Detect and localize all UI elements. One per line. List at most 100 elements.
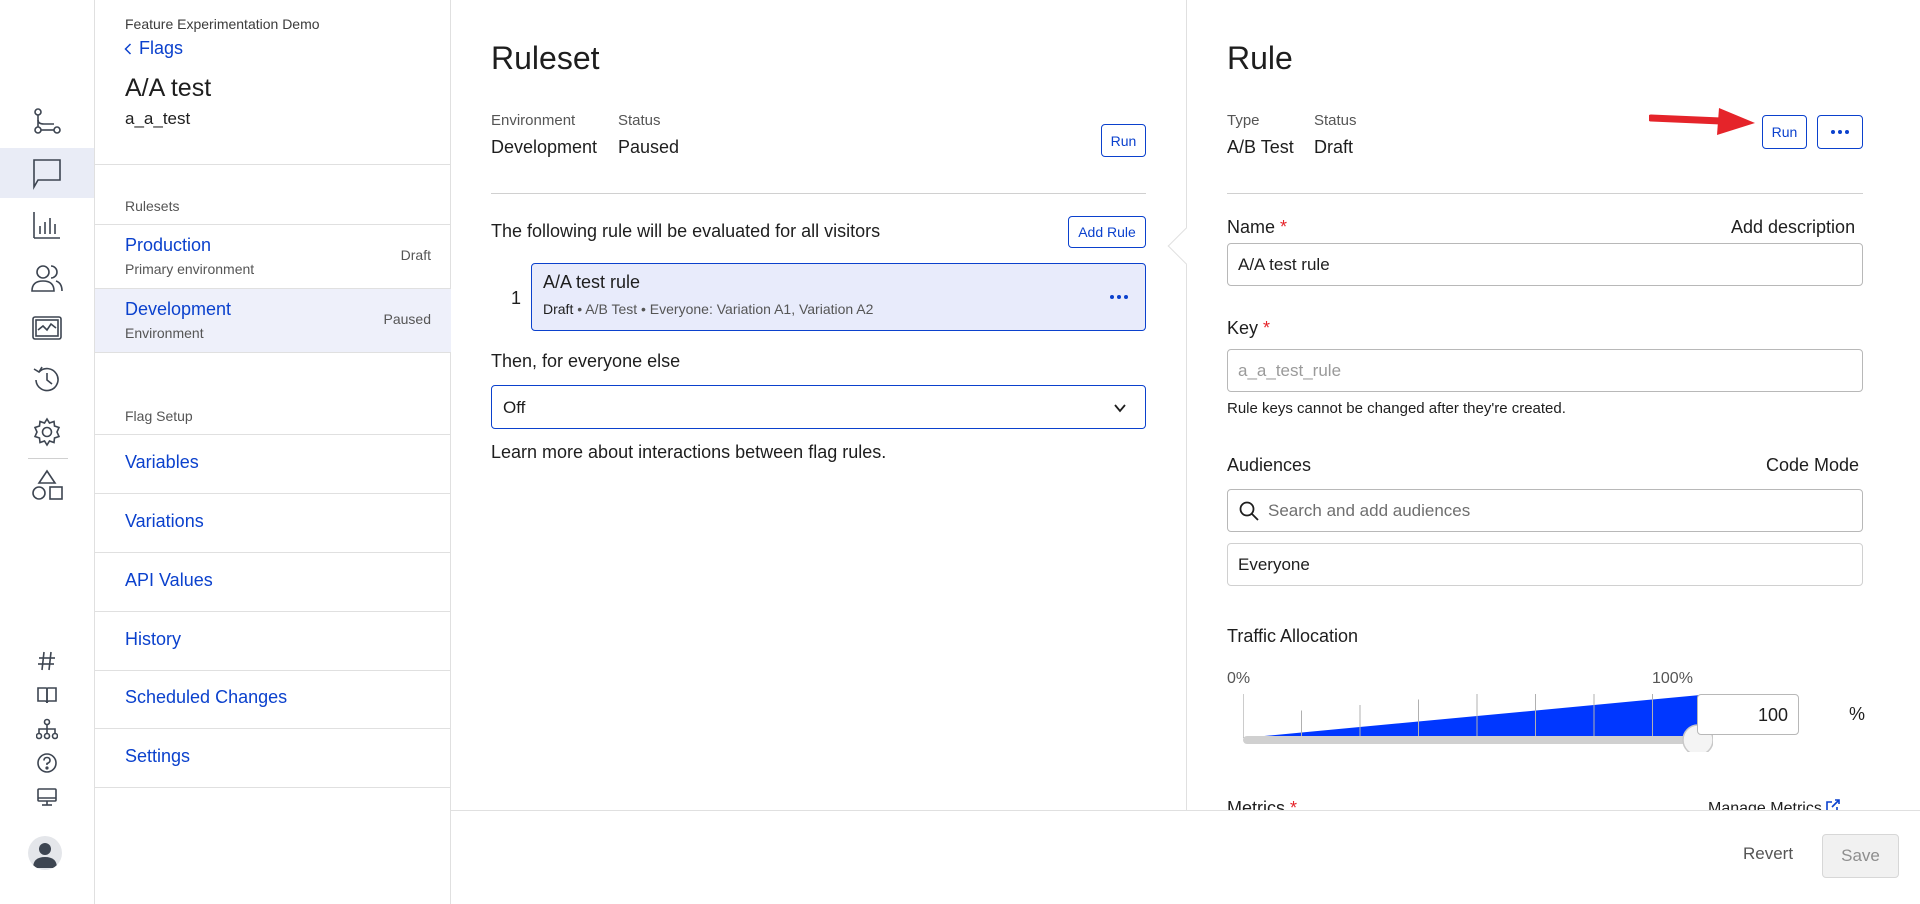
rule-key-field[interactable]: a_a_test_rule (1227, 349, 1863, 392)
environment-label: Environment (491, 112, 576, 129)
rule-more-button[interactable] (1817, 115, 1863, 149)
nav-label: Settings (125, 746, 191, 766)
ruleset-status: Paused (383, 311, 431, 327)
rule-card-title: A/A test rule (543, 272, 641, 292)
audience-chip-label: Everyone (1238, 555, 1310, 574)
user-avatar-icon[interactable] (28, 836, 62, 870)
flag-setup-heading: Flag Setup (125, 408, 193, 424)
rule-status-label: Status (1314, 112, 1357, 129)
nav-label: History (125, 629, 182, 649)
percent-sign: % (1849, 704, 1866, 724)
traffic-percent-input[interactable]: 100 (1697, 694, 1799, 735)
back-label: Flags (139, 38, 184, 58)
key-hint: Rule keys cannot be changed after they'r… (1227, 400, 1566, 417)
audience-search-placeholder: Search and add audiences (1268, 501, 1471, 520)
audience-search-input[interactable]: Search and add audiences (1227, 489, 1863, 532)
key-label: Key * (1227, 318, 1270, 339)
rule-run-button[interactable]: Run (1762, 115, 1807, 149)
everyone-else-text: Then, for everyone else (491, 351, 681, 371)
code-mode-link[interactable]: Code Mode (1766, 455, 1859, 476)
help-icon[interactable] (0, 748, 94, 778)
required-mark: * (1263, 318, 1271, 338)
nav-label: Variations (125, 511, 204, 531)
monitor-chart-icon[interactable] (0, 304, 94, 354)
hashtag-icon[interactable] (0, 646, 94, 676)
ruleset-item-development[interactable]: Development Environment Paused (95, 289, 451, 353)
bar-chart-icon[interactable] (0, 200, 94, 250)
audiences-label: Audiences (1227, 455, 1312, 475)
flags-nodes-icon[interactable] (0, 96, 94, 146)
flag-icon[interactable] (0, 148, 94, 198)
ruleset-item-production[interactable]: Production Primary environment Draft (95, 225, 451, 289)
ruleset-sub: Environment (125, 325, 204, 341)
annotation-arrow-icon (1649, 108, 1755, 135)
ruleset-run-button[interactable]: Run (1101, 124, 1146, 157)
ruleset-panel: Ruleset Environment Development Status P… (451, 0, 1186, 810)
save-button[interactable]: Save (1822, 834, 1899, 878)
desktop-icon[interactable] (0, 782, 94, 812)
nav-api-values[interactable]: API Values (95, 553, 451, 612)
ruleset-name: Development (125, 299, 232, 319)
chevron-down-icon (1114, 404, 1126, 413)
more-options-icon[interactable] (1110, 295, 1128, 299)
nav-variables[interactable]: Variables (95, 435, 451, 494)
nav-label: Variables (125, 452, 199, 472)
flag-key: a_a_test (125, 109, 191, 128)
ruleset-sub: Primary environment (125, 261, 255, 277)
ruleset-title: Ruleset (491, 40, 600, 76)
flag-title: A/A test (125, 74, 212, 102)
evaluated-text: The following rule will be evaluated for… (491, 221, 881, 241)
book-icon[interactable] (0, 680, 94, 710)
flag-navigation: Feature Experimentation Demo Flags A/A t… (95, 0, 451, 904)
rule-name-value: A/A test rule (1238, 255, 1330, 274)
rule-card-meta: Draft • A/B Test • Everyone: Variation A… (543, 301, 873, 317)
gear-icon[interactable] (0, 407, 94, 457)
more-options-icon (1831, 130, 1849, 134)
name-label: Name * (1227, 217, 1287, 238)
learn-more-link[interactable]: Learn more about interactions between fl… (491, 442, 886, 463)
rule-card-status: Draft (543, 301, 574, 317)
rule-panel: Rule Type A/B Test Status Draft Run Name… (1167, 0, 1920, 818)
rule-card[interactable]: A/A test rule Draft • A/B Test • Everyon… (531, 263, 1146, 331)
sitemap-icon[interactable] (0, 714, 94, 744)
nav-label: Scheduled Changes (125, 687, 288, 707)
back-to-flags-link[interactable]: Flags (123, 38, 183, 59)
type-label: Type (1227, 112, 1260, 129)
ruleset-status: Draft (400, 247, 431, 263)
traffic-percent-value: 100 (1757, 705, 1788, 725)
required-mark: * (1280, 217, 1288, 237)
traffic-min-label: 0% (1227, 670, 1251, 687)
fallback-select[interactable]: Off (491, 385, 1146, 429)
nav-scheduled-changes[interactable]: Scheduled Changes (95, 670, 451, 729)
history-icon[interactable] (0, 355, 94, 405)
traffic-allocation-label: Traffic Allocation (1227, 626, 1359, 646)
rule-card-details: • A/B Test • Everyone: Variation A1, Var… (573, 301, 874, 317)
revert-button[interactable]: Revert (1743, 844, 1793, 864)
rulesets-heading: Rulesets (125, 198, 180, 214)
ruleset-status-label: Status (618, 112, 661, 129)
nav-settings[interactable]: Settings (95, 729, 451, 788)
type-value: A/B Test (1227, 137, 1294, 157)
add-description-link[interactable]: Add description (1731, 217, 1855, 238)
traffic-max-label: 100% (1652, 670, 1693, 687)
icon-rail (0, 0, 95, 904)
rule-status-value: Draft (1314, 137, 1354, 157)
footer-bar: Revert Save (451, 810, 1920, 904)
name-label-text: Name (1227, 217, 1276, 237)
rule-key-placeholder: a_a_test_rule (1238, 361, 1342, 380)
nav-label: API Values (125, 570, 213, 590)
fallback-value: Off (503, 398, 526, 417)
nav-history[interactable]: History (95, 612, 451, 671)
audience-chip-everyone[interactable]: Everyone (1227, 543, 1863, 586)
shapes-icon[interactable] (0, 460, 94, 510)
nav-variations[interactable]: Variations (95, 494, 451, 553)
traffic-allocation-slider[interactable] (1243, 692, 1713, 752)
chevron-left-icon (124, 42, 132, 55)
rule-name-field[interactable]: A/A test rule (1227, 243, 1863, 286)
rule-index: 1 (511, 288, 522, 308)
ruleset-name: Production (125, 235, 212, 255)
project-name: Feature Experimentation Demo (125, 16, 320, 32)
audiences-icon[interactable] (0, 253, 94, 303)
add-rule-button[interactable]: Add Rule (1068, 216, 1146, 248)
key-label-text: Key (1227, 318, 1259, 338)
